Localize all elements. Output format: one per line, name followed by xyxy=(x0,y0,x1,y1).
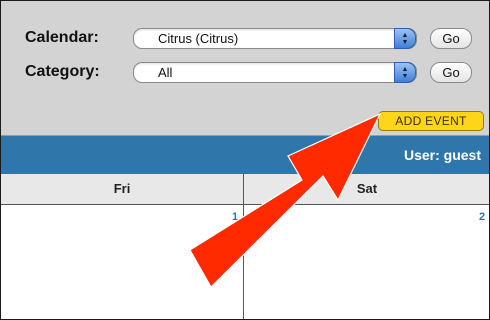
day-header-fri: Fri xyxy=(113,181,131,196)
category-row: Category: All ▲ ▼ Go xyxy=(1,61,489,83)
calendar-select-value: Citrus (Citrus) xyxy=(158,31,239,46)
category-select[interactable]: All ▲ ▼ xyxy=(133,62,417,83)
calendar-label: Calendar: xyxy=(25,29,99,46)
category-label: Category: xyxy=(25,63,100,80)
calendar-go-button[interactable]: Go xyxy=(430,28,472,49)
select-arrows-icon: ▲ ▼ xyxy=(394,62,416,83)
day-number-fri[interactable]: 1 xyxy=(232,211,238,223)
category-go-button[interactable]: Go xyxy=(430,62,472,83)
filter-panel: Calendar: Citrus (Citrus) ▲ ▼ Go Category… xyxy=(1,1,489,136)
add-event-button[interactable]: ADD EVENT xyxy=(378,111,484,131)
day-number-sat[interactable]: 2 xyxy=(479,211,485,223)
calendar-row: Calendar: Citrus (Citrus) ▲ ▼ Go xyxy=(1,27,489,49)
user-status: User: guest xyxy=(403,147,481,163)
column-divider xyxy=(243,174,244,319)
select-arrows-icon: ▲ ▼ xyxy=(394,28,416,49)
day-header-row: Fri Sat xyxy=(1,174,489,205)
calendar-select[interactable]: Citrus (Citrus) ▲ ▼ xyxy=(133,28,417,49)
category-select-value: All xyxy=(158,65,173,80)
calendar-window: Calendar: Citrus (Citrus) ▲ ▼ Go Category… xyxy=(0,0,490,320)
day-header-sat: Sat xyxy=(356,181,378,196)
header-bar: User: guest xyxy=(1,136,489,174)
